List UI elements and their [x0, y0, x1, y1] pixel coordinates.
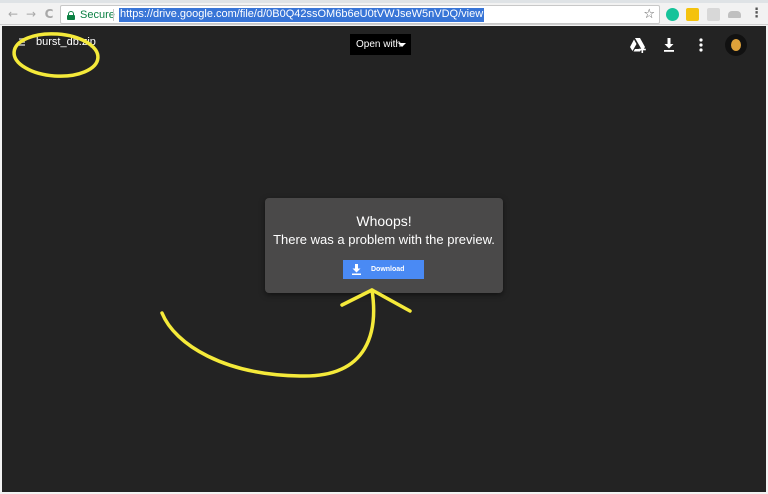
file-name: burst_db.zip — [36, 36, 96, 48]
url-text[interactable]: https://drive.google.com/file/d/0B0Q42ss… — [119, 8, 485, 22]
download-icon[interactable] — [660, 36, 678, 54]
grammarly-extension-icon[interactable] — [666, 8, 679, 21]
bookmark-star-icon[interactable]: ☆ — [643, 6, 655, 23]
security-label: Secure — [80, 9, 115, 21]
download-label: Download — [371, 266, 405, 273]
forward-icon[interactable]: → — [24, 7, 38, 21]
back-icon[interactable]: ← — [6, 7, 20, 21]
browser-window: ← → C Secure https://drive.google.com/fi… — [0, 0, 768, 494]
download-arrow-icon — [352, 264, 361, 275]
drive-preview-viewer: burst_db.zip Open with Whoops! There was… — [2, 26, 766, 492]
download-button[interactable]: Download — [343, 260, 424, 279]
more-options-icon[interactable] — [692, 36, 710, 54]
error-title: Whoops! — [356, 213, 412, 229]
address-separator — [113, 9, 114, 21]
preview-error-dialog: Whoops! There was a problem with the pre… — [265, 198, 503, 293]
chevron-down-icon — [398, 43, 406, 47]
shoe-extension-icon[interactable] — [728, 11, 741, 18]
browser-menu-icon[interactable]: ⋮ — [750, 6, 763, 21]
keep-extension-icon[interactable] — [686, 8, 699, 21]
viewer-title-bar: burst_db.zip Open with — [2, 26, 766, 64]
lock-icon — [67, 10, 75, 20]
avatar[interactable] — [725, 34, 747, 56]
open-with-button[interactable]: Open with — [350, 34, 411, 55]
add-to-drive-icon[interactable] — [629, 36, 647, 54]
reload-icon[interactable]: C — [42, 7, 56, 21]
browser-toolbar: ← → C Secure https://drive.google.com/fi… — [0, 3, 768, 25]
translate-extension-icon[interactable] — [707, 8, 720, 21]
error-message: There was a problem with the preview. — [273, 232, 495, 247]
open-with-label: Open with — [356, 39, 402, 50]
zip-file-icon — [18, 38, 26, 49]
address-bar[interactable]: Secure https://drive.google.com/file/d/0… — [60, 5, 660, 24]
security-indicator[interactable]: Secure — [67, 8, 115, 22]
